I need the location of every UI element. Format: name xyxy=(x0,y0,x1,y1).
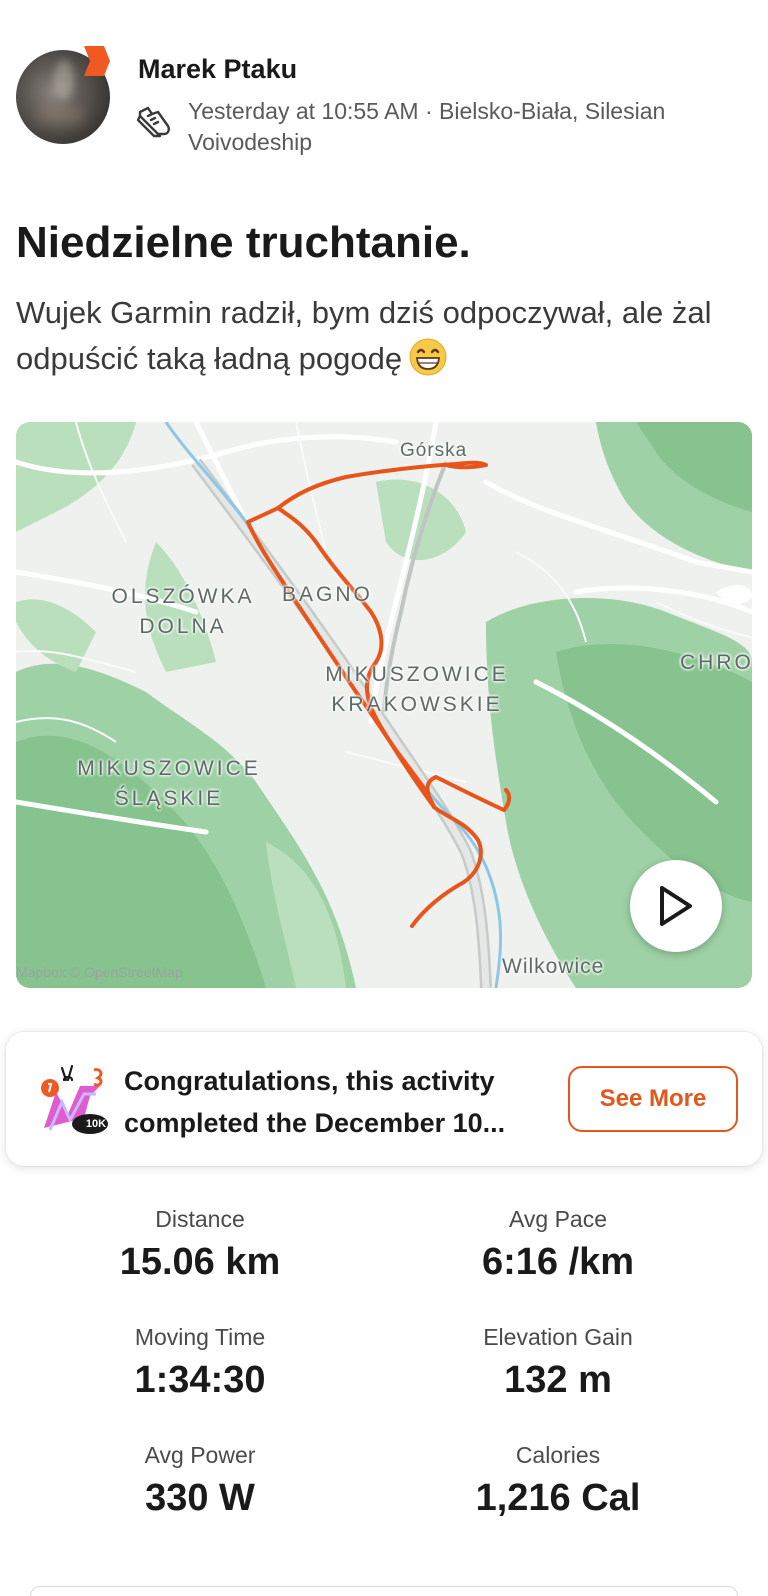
stat-value: 15.06 km xyxy=(119,1241,281,1283)
running-shoe-icon xyxy=(136,106,170,138)
stat-value: 6:16 /km xyxy=(481,1241,635,1283)
challenge-text: Congratulations, this activity completed… xyxy=(124,1066,506,1138)
stat-avg-power: Avg Power 330 W xyxy=(16,1440,384,1524)
map-label-mik-krakowskie: MIKUSZOWICE KRAKOWSKIE xyxy=(325,663,509,716)
stat-value: 132 m xyxy=(504,1359,612,1401)
challenge-badge-label: 10K xyxy=(85,1118,107,1130)
subscriber-badge-icon xyxy=(84,46,110,76)
stat-value: 1:34:30 xyxy=(134,1359,266,1401)
stat-label: Elevation Gain xyxy=(483,1324,633,1350)
activity-description: Wujek Garmin radził, bym dziś odpoczywał… xyxy=(16,290,752,382)
stat-label: Calories xyxy=(515,1442,601,1468)
stat-avg-pace: Avg Pace 6:16 /km xyxy=(374,1204,742,1288)
stat-distance: Distance 15.06 km xyxy=(16,1204,384,1288)
activity-title: Niedzielne truchtanie. xyxy=(16,218,471,267)
route-map[interactable]: Górska OLSZÓWKA DOLNA BAGNO MIKUSZOWICE … xyxy=(16,422,752,988)
stat-elevation-gain: Elevation Gain 132 m xyxy=(374,1322,742,1406)
map-attribution: Mapbox © OpenStreetMap xyxy=(16,964,183,980)
stat-value: 1,216 Cal xyxy=(475,1477,641,1519)
stat-label: Moving Time xyxy=(134,1324,266,1350)
see-more-button[interactable]: See More xyxy=(568,1066,738,1132)
next-card-edge xyxy=(30,1586,738,1596)
map-label-mik-slaskie: MIKUSZOWICE ŚLĄSKIE xyxy=(77,757,261,810)
activity-header: Marek Ptaku Yesterday at 10:55 AM · Biel… xyxy=(16,44,752,164)
map-label-chro: CHRO xyxy=(680,651,752,674)
map-label-bagno: BAGNO xyxy=(282,583,373,606)
activity-meta: Yesterday at 10:55 AM · Bielsko-Biała, S… xyxy=(188,98,666,155)
stat-value: 330 W xyxy=(145,1477,255,1519)
athlete-name[interactable]: Marek Ptaku xyxy=(138,54,297,85)
stat-moving-time: Moving Time 1:34:30 xyxy=(16,1322,384,1406)
stat-label: Distance xyxy=(155,1206,245,1232)
description-text: Wujek Garmin radził, bym dziś odpoczywał… xyxy=(16,295,712,376)
stat-label: Avg Pace xyxy=(508,1206,608,1232)
map-label-gorska: Górska xyxy=(400,440,468,461)
play-icon xyxy=(660,886,692,926)
stat-label: Avg Power xyxy=(144,1442,256,1468)
play-flyover-button[interactable] xyxy=(630,860,722,952)
map-label-olszowka: OLSZÓWKA DOLNA xyxy=(111,585,255,638)
stat-calories: Calories 1,216 Cal xyxy=(374,1440,742,1524)
map-label-wilkowice: Wilkowice xyxy=(502,955,605,978)
challenge-card[interactable]: 10K Congratulations, this activity compl… xyxy=(6,1032,762,1166)
grinning-face-emoji xyxy=(409,338,447,376)
